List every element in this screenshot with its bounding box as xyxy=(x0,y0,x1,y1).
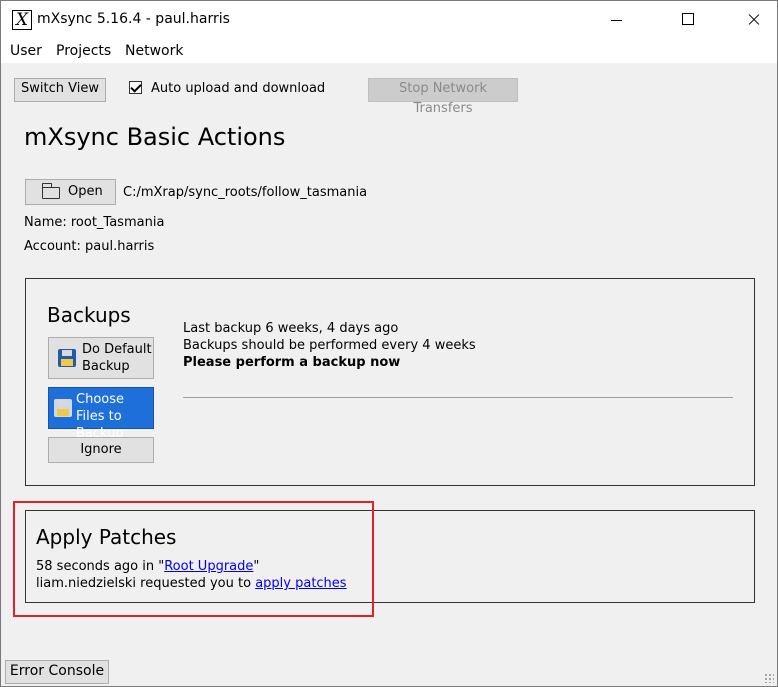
minimize-button[interactable] xyxy=(594,1,640,39)
resize-grip-icon[interactable] xyxy=(764,673,774,683)
window-title: mXsync 5.16.4 - paul.harris xyxy=(37,11,230,27)
floppy-disk-icon xyxy=(58,349,76,367)
divider xyxy=(183,397,733,398)
choose-files-label: Choose Files to Backup xyxy=(76,392,124,441)
backups-title: Backups xyxy=(47,303,131,327)
switch-view-button[interactable]: Switch View xyxy=(14,78,106,102)
open-button-label: Open xyxy=(68,184,103,199)
folder-icon xyxy=(41,183,60,199)
ignore-button[interactable]: Ignore xyxy=(48,437,154,463)
highlight-annotation xyxy=(13,501,374,617)
close-button[interactable] xyxy=(731,1,777,39)
page-title: mXsync Basic Actions xyxy=(24,123,286,151)
choose-files-backup-button[interactable]: Choose Files to Backup xyxy=(48,387,154,441)
backup-frequency-text: Backups should be performed every 4 week… xyxy=(183,338,476,353)
backup-warning-text: Please perform a backup now xyxy=(183,355,401,370)
maximize-button[interactable] xyxy=(665,1,711,39)
default-backup-button[interactable]: Do Default Backup xyxy=(48,337,154,379)
sync-root-path: C:/mXrap/sync_roots/follow_tasmania xyxy=(123,185,368,200)
error-console-button[interactable]: Error Console xyxy=(5,660,109,684)
title-bar: X mXsync 5.16.4 - paul.harris xyxy=(1,1,777,39)
auto-upload-checkbox[interactable] xyxy=(129,81,142,94)
root-name: Name: root_Tasmania xyxy=(24,215,165,230)
app-window: X mXsync 5.16.4 - paul.harris User Proje… xyxy=(0,0,778,687)
menu-network[interactable]: Network xyxy=(125,43,183,59)
menu-projects[interactable]: Projects xyxy=(56,43,111,59)
menu-user[interactable]: User xyxy=(10,43,42,59)
stop-network-transfers-button[interactable]: Stop Network Transfers xyxy=(368,78,518,116)
backups-panel: Backups Do Default Backup Choose Files t… xyxy=(25,278,755,486)
floppy-disk-icon xyxy=(54,399,72,417)
open-button[interactable]: Open xyxy=(25,179,116,205)
menu-bar: User Projects Network xyxy=(1,39,777,63)
default-backup-label: Do Default Backup xyxy=(82,342,152,374)
app-logo-icon: X xyxy=(12,10,32,30)
auto-upload-label: Auto upload and download xyxy=(151,81,326,96)
last-backup-text: Last backup 6 weeks, 4 days ago xyxy=(183,321,399,336)
account-name: Account: paul.harris xyxy=(24,239,155,254)
